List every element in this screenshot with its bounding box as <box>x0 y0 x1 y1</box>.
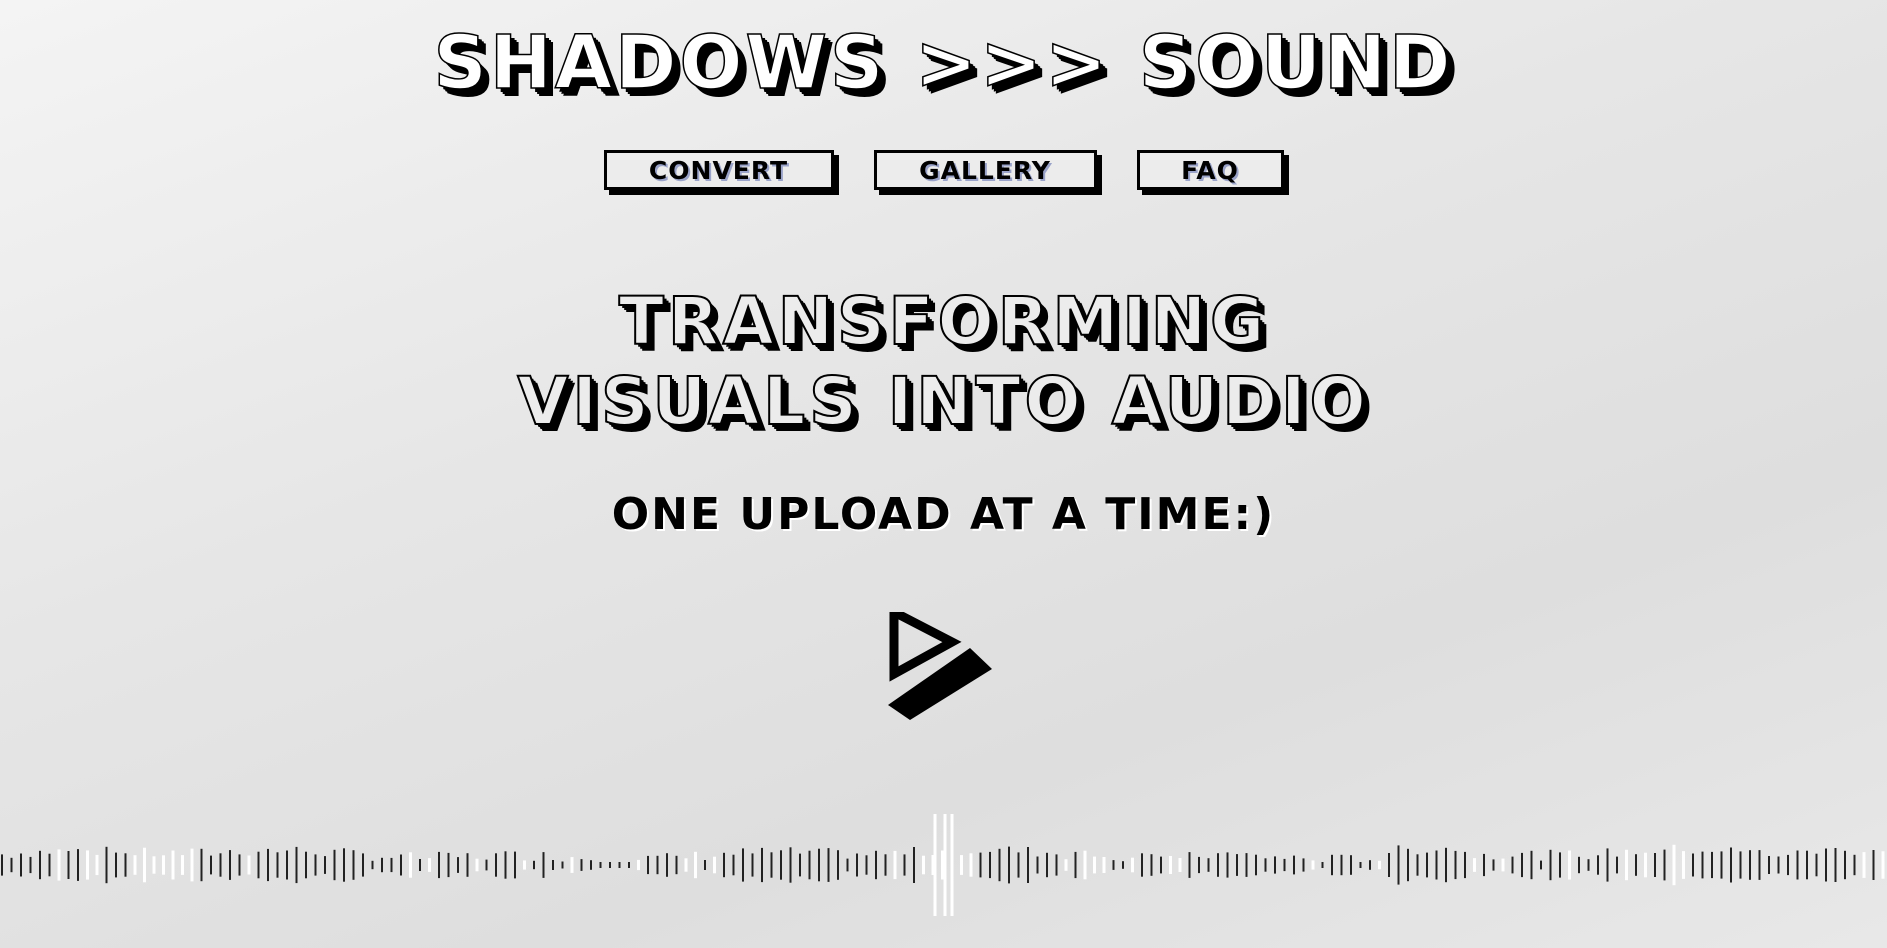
headline-line-2: VISUALS INTO AUDIO <box>516 362 1370 441</box>
nav-gallery-button[interactable]: GALLERY <box>873 150 1097 190</box>
play-icon <box>888 604 992 720</box>
audio-waveform <box>1 814 1885 916</box>
main-nav: CONVERT GALLERY FAQ <box>0 150 1887 190</box>
hero-subline: ONE UPLOAD AT A TIME:) <box>611 489 1276 540</box>
site-title: SHADOWS >>> SOUND <box>433 20 1454 106</box>
hero-headline: TRANSFORMING VISUALS INTO AUDIO <box>0 282 1887 442</box>
play-button[interactable] <box>888 604 998 724</box>
nav-faq-button[interactable]: FAQ <box>1136 150 1284 190</box>
headline-line-1: TRANSFORMING <box>618 282 1269 361</box>
nav-convert-button[interactable]: CONVERT <box>603 150 834 190</box>
